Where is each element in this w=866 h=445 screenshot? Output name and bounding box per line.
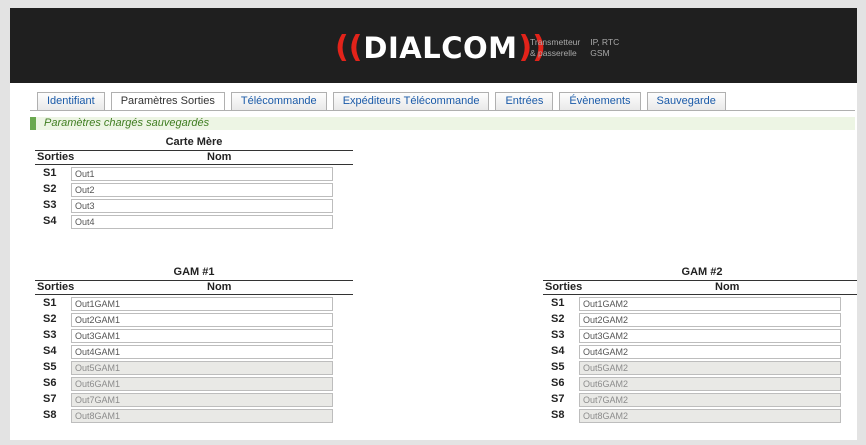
output-id: S4 — [551, 345, 565, 357]
table-row: S7 — [35, 392, 353, 407]
output-id: S2 — [43, 183, 57, 195]
dialcom-logo: (( DIALCOM )) — [335, 30, 546, 65]
table-row: S4 — [35, 344, 353, 359]
tab-parametres-sorties[interactable]: Paramètres Sorties — [110, 92, 225, 111]
gam1-title: GAM #1 — [173, 266, 215, 278]
table-row: S5 — [543, 360, 857, 375]
output-name-field-disabled — [71, 377, 333, 391]
col-nom-header: Nom — [207, 151, 232, 163]
output-name-field-disabled — [579, 377, 841, 391]
output-name-field[interactable] — [71, 329, 333, 343]
table-row: S3 — [543, 328, 857, 343]
tab-expediteurs-telecommande[interactable]: Expéditeurs Télécommande — [332, 92, 490, 110]
table-row: S3 — [35, 328, 353, 343]
status-message: Paramètres chargés sauvegardés — [30, 117, 855, 130]
col-nom-header: Nom — [715, 281, 740, 293]
table-row: S8 — [543, 408, 857, 423]
output-id: S4 — [43, 345, 57, 357]
output-name-field[interactable] — [579, 297, 841, 311]
col-nom-header: Nom — [207, 281, 232, 293]
output-name-field[interactable] — [71, 313, 333, 327]
table-row: S6 — [543, 376, 857, 391]
output-name-field-disabled — [579, 409, 841, 423]
table-row: S1 — [543, 296, 857, 311]
output-id: S3 — [551, 329, 565, 341]
output-name-field[interactable] — [71, 199, 333, 213]
col-sorties-header: Sorties — [37, 151, 75, 163]
tab-telecommande[interactable]: Télécommande — [230, 92, 327, 110]
output-name-field[interactable] — [71, 215, 333, 229]
tab-sauvegarde[interactable]: Sauvegarde — [646, 92, 726, 110]
col-sorties-header: Sorties — [545, 281, 583, 293]
output-id: S1 — [43, 297, 57, 309]
tagline-line1b: IP, RTC — [590, 37, 620, 47]
output-id: S8 — [43, 409, 57, 421]
output-id: S7 — [43, 393, 57, 405]
output-name-field-disabled — [71, 361, 333, 375]
tagline-line2b: GSM — [590, 48, 610, 58]
output-id: S3 — [43, 329, 57, 341]
tab-evenements[interactable]: Évènements — [559, 92, 641, 110]
table-row: S1 — [35, 166, 353, 181]
output-id: S2 — [43, 313, 57, 325]
carte-mere-title: Carte Mère — [165, 136, 223, 148]
output-name-field[interactable] — [579, 345, 841, 359]
output-name-field-disabled — [71, 393, 333, 407]
logo-tagline: Transmetteur IP, RTC & passerelle GSM — [530, 37, 619, 59]
output-name-field[interactable] — [579, 329, 841, 343]
output-id: S1 — [551, 297, 565, 309]
table-row: S4 — [543, 344, 857, 359]
output-name-field[interactable] — [71, 297, 333, 311]
output-name-field[interactable] — [71, 167, 333, 181]
tab-identifiant[interactable]: Identifiant — [37, 92, 105, 110]
header-banner: (( DIALCOM )) Transmetteur IP, RTC & pas… — [10, 8, 857, 83]
table-row: S2 — [543, 312, 857, 327]
app-frame: (( DIALCOM )) Transmetteur IP, RTC & pas… — [10, 8, 857, 440]
gam2-header: Sorties Nom — [543, 280, 857, 295]
logo-brand-name: DIALCOM — [363, 31, 518, 65]
output-id: S5 — [551, 361, 565, 373]
tagline-line1a: Transmetteur — [530, 37, 581, 47]
tab-divider — [30, 110, 855, 111]
table-row: S7 — [543, 392, 857, 407]
table-row: S8 — [35, 408, 353, 423]
table-row: S5 — [35, 360, 353, 375]
gam2-title: GAM #2 — [681, 266, 723, 278]
tab-entrees[interactable]: Entrées — [495, 92, 554, 110]
output-id: S5 — [43, 361, 57, 373]
output-name-field-disabled — [71, 409, 333, 423]
table-row: S2 — [35, 182, 353, 197]
tab-bar: Identifiant Paramètres Sorties Télécomma… — [37, 92, 732, 111]
output-id: S8 — [551, 409, 565, 421]
table-row: S3 — [35, 198, 353, 213]
output-name-field[interactable] — [71, 183, 333, 197]
output-id: S6 — [551, 377, 565, 389]
output-id: S2 — [551, 313, 565, 325]
gam2-table: GAM #2 Sorties Nom S1 S2 S3 S4 S5 S6 — [543, 266, 857, 438]
table-row: S1 — [35, 296, 353, 311]
table-row: S2 — [35, 312, 353, 327]
logo-paren-left: (( — [335, 30, 363, 65]
output-name-field[interactable] — [71, 345, 333, 359]
table-row: S4 — [35, 214, 353, 229]
output-id: S4 — [43, 215, 57, 227]
output-name-field-disabled — [579, 361, 841, 375]
output-id: S6 — [43, 377, 57, 389]
carte-mere-header: Sorties Nom — [35, 150, 353, 165]
table-row: S6 — [35, 376, 353, 391]
output-id: S7 — [551, 393, 565, 405]
carte-mere-table: Carte Mère Sorties Nom S1 S2 S3 S4 — [35, 136, 353, 236]
col-sorties-header: Sorties — [37, 281, 75, 293]
output-id: S3 — [43, 199, 57, 211]
gam1-table: GAM #1 Sorties Nom S1 S2 S3 S4 S5 S6 — [35, 266, 353, 438]
output-name-field-disabled — [579, 393, 841, 407]
tagline-line2a: & passerelle — [530, 48, 577, 58]
gam1-header: Sorties Nom — [35, 280, 353, 295]
output-id: S1 — [43, 167, 57, 179]
output-name-field[interactable] — [579, 313, 841, 327]
